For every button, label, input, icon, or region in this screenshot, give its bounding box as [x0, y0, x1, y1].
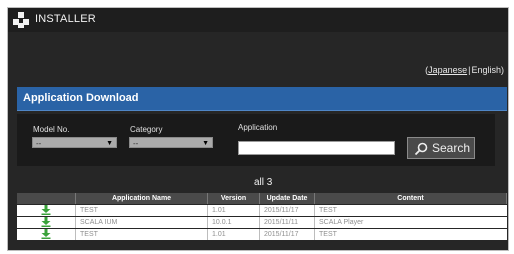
- application-label: Application: [238, 123, 278, 132]
- update-date-cell: 2015/11/11: [260, 217, 315, 228]
- search-icon: [414, 142, 428, 156]
- app-title: INSTALLER: [35, 13, 96, 25]
- search-button-label: Search: [432, 141, 471, 155]
- download-button[interactable]: [17, 229, 76, 240]
- title-bar: INSTALLER: [8, 8, 508, 32]
- download-icon: [41, 229, 51, 239]
- installer-window: INSTALLER (Japanese|English) Application…: [7, 7, 509, 251]
- category-select-value: --: [133, 139, 139, 148]
- download-icon: [41, 217, 51, 227]
- table-row: TEST 1.01 2015/11/17 TEST: [17, 205, 507, 216]
- download-icon: [41, 205, 51, 215]
- header-download: [17, 193, 76, 204]
- section-title: Application Download: [23, 92, 139, 104]
- version-cell: 1.01: [208, 205, 260, 216]
- version-cell: 10.0.1: [208, 217, 260, 228]
- download-button[interactable]: [17, 217, 76, 228]
- installer-logo-icon: [12, 11, 30, 34]
- model-select[interactable]: -- ▼: [32, 137, 117, 148]
- chevron-down-icon: ▼: [106, 140, 113, 147]
- language-switcher: (Japanese|English): [425, 65, 504, 75]
- header-application-name: Application Name: [76, 193, 208, 204]
- model-label: Model No.: [33, 125, 70, 134]
- model-select-value: --: [36, 139, 42, 148]
- header-version: Version: [208, 193, 260, 204]
- table-header: Application Name Version Update Date Con…: [17, 193, 507, 204]
- table-row: TEST 1.01 2015/11/17 TEST: [17, 229, 507, 240]
- english-link[interactable]: English: [471, 65, 501, 75]
- version-cell: 1.01: [208, 229, 260, 240]
- japanese-link[interactable]: Japanese: [428, 65, 467, 75]
- header-update-date: Update Date: [260, 193, 315, 204]
- language-close-paren: ): [501, 65, 504, 75]
- search-button[interactable]: Search: [407, 137, 475, 159]
- filter-panel: Model No. -- ▼ Category -- ▼ Application…: [17, 114, 495, 166]
- table-row: SCALA IUM 10.0.1 2015/11/11 SCALA Player: [17, 217, 507, 228]
- application-input[interactable]: [238, 141, 395, 155]
- app-name-cell: TEST: [76, 205, 208, 216]
- content-cell: TEST: [315, 205, 507, 216]
- content-cell: SCALA Player: [315, 217, 507, 228]
- section-header: Application Download: [17, 87, 507, 111]
- update-date-cell: 2015/11/17: [260, 229, 315, 240]
- results-count: all 3: [254, 177, 273, 188]
- app-name-cell: TEST: [76, 229, 208, 240]
- download-button[interactable]: [17, 205, 76, 216]
- content-cell: TEST: [315, 229, 507, 240]
- category-label: Category: [130, 125, 163, 134]
- update-date-cell: 2015/11/17: [260, 205, 315, 216]
- category-select[interactable]: -- ▼: [129, 137, 213, 148]
- header-content: Content: [315, 193, 507, 204]
- app-name-cell: SCALA IUM: [76, 217, 208, 228]
- chevron-down-icon: ▼: [202, 140, 209, 147]
